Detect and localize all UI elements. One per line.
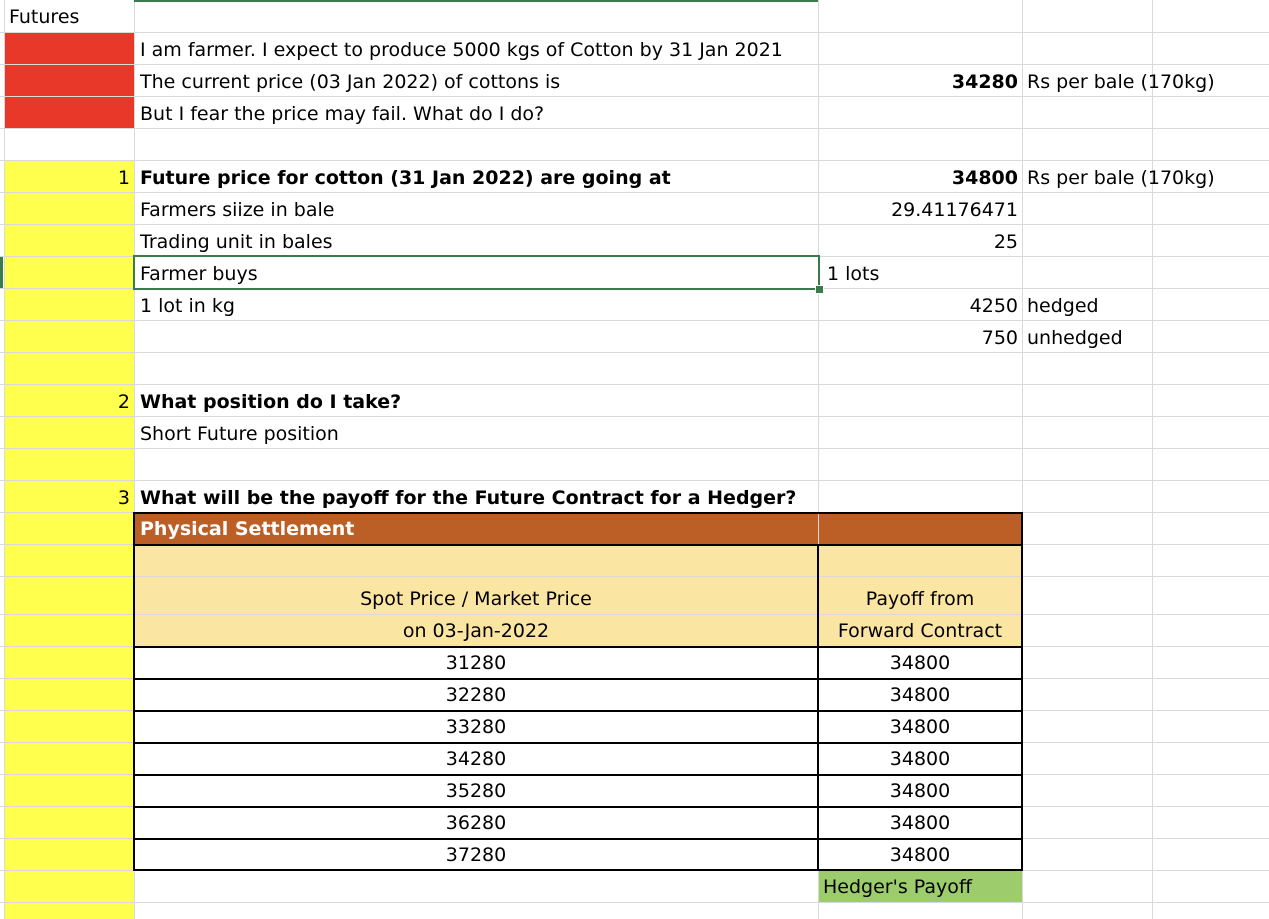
payoff-cell[interactable]: 34800 [818, 711, 1022, 743]
table-row-border [133, 774, 1023, 776]
table-border-header-bottom [133, 646, 1023, 648]
hedged-note[interactable]: hedged [1027, 290, 1099, 322]
hedgers-payoff-label[interactable]: Hedger's Payoff [823, 871, 972, 903]
payoff-cell[interactable]: 34800 [818, 807, 1022, 839]
spot-price-cell[interactable]: 32280 [134, 679, 818, 711]
spot-price-cell[interactable]: 35280 [134, 775, 818, 807]
payoff-cell[interactable]: 34800 [818, 647, 1022, 679]
spot-price-cell[interactable]: 34280 [134, 743, 818, 775]
table-row-border [133, 838, 1023, 840]
q2-number[interactable]: 2 [5, 386, 130, 418]
table-border-right [1021, 512, 1023, 871]
q3-number[interactable]: 3 [5, 482, 130, 514]
red-fill [5, 33, 134, 129]
table-row-border [133, 710, 1023, 712]
q2-label[interactable]: What position do I take? [140, 386, 401, 418]
q2-answer[interactable]: Short Future position [140, 418, 339, 450]
trading-unit-label[interactable]: Trading unit in bales [140, 226, 333, 258]
sheet-title[interactable]: Futures [9, 1, 79, 33]
table-border-top [133, 512, 1023, 514]
farmer-buys-value[interactable]: 1 lots [827, 258, 879, 290]
spot-price-cell[interactable]: 36280 [134, 807, 818, 839]
spot-price-cell[interactable]: 33280 [134, 711, 818, 743]
farmer-buys-label[interactable]: Farmer buys [140, 258, 258, 290]
payoff-cell[interactable]: 34800 [818, 679, 1022, 711]
q3-label[interactable]: What will be the payoff for the Future C… [140, 482, 796, 514]
future-price-value[interactable]: 34800 [818, 162, 1018, 194]
row-selection-marker [0, 257, 3, 288]
table-row-border [133, 806, 1023, 808]
payoff-header-line-1[interactable]: Payoff from [818, 583, 1022, 615]
lot-kg-label[interactable]: 1 lot in kg [140, 290, 235, 322]
trading-unit-value[interactable]: 25 [818, 226, 1018, 258]
table-border-title-bottom [133, 544, 1023, 546]
intro-line-3[interactable]: But I fear the price may fail. What do I… [140, 98, 544, 130]
spot-header-line-2[interactable]: on 03-Jan-2022 [134, 615, 818, 647]
intro-line-1[interactable]: I am farmer. I expect to produce 5000 kg… [140, 34, 783, 66]
farmer-size-value[interactable]: 29.41176471 [818, 194, 1018, 226]
payoff-cell[interactable]: 34800 [818, 743, 1022, 775]
current-price-value[interactable]: 34280 [818, 66, 1018, 98]
unhedged-value[interactable]: 750 [818, 322, 1018, 354]
q1-label[interactable]: Future price for cotton (31 Jan 2022) ar… [140, 162, 671, 194]
current-price-unit[interactable]: Rs per bale (170kg) [1027, 66, 1215, 98]
lot-kg-value[interactable]: 4250 [818, 290, 1018, 322]
spot-price-cell[interactable]: 31280 [134, 647, 818, 679]
spot-header-line-1[interactable]: Spot Price / Market Price [134, 583, 818, 615]
q1-number[interactable]: 1 [5, 162, 130, 194]
spreadsheet-grid[interactable]: Futures I am farmer. I expect to produce… [0, 0, 1269, 919]
table-border-left [133, 512, 135, 871]
spot-price-cell[interactable]: 37280 [134, 839, 818, 871]
table-row-border [133, 678, 1023, 680]
table-row-border [133, 742, 1023, 744]
farmer-size-label[interactable]: Farmers siize in bale [140, 194, 334, 226]
top-border [134, 0, 818, 2]
payoff-header-line-2[interactable]: Forward Contract [818, 615, 1022, 647]
future-price-unit[interactable]: Rs per bale (170kg) [1027, 162, 1215, 194]
unhedged-note[interactable]: unhedged [1027, 322, 1123, 354]
table-title[interactable]: Physical Settlement [140, 513, 354, 545]
payoff-cell[interactable]: 34800 [818, 775, 1022, 807]
table-border-middle [817, 544, 819, 871]
payoff-cell[interactable]: 34800 [818, 839, 1022, 871]
intro-line-2[interactable]: The current price (03 Jan 2022) of cotto… [140, 66, 560, 98]
